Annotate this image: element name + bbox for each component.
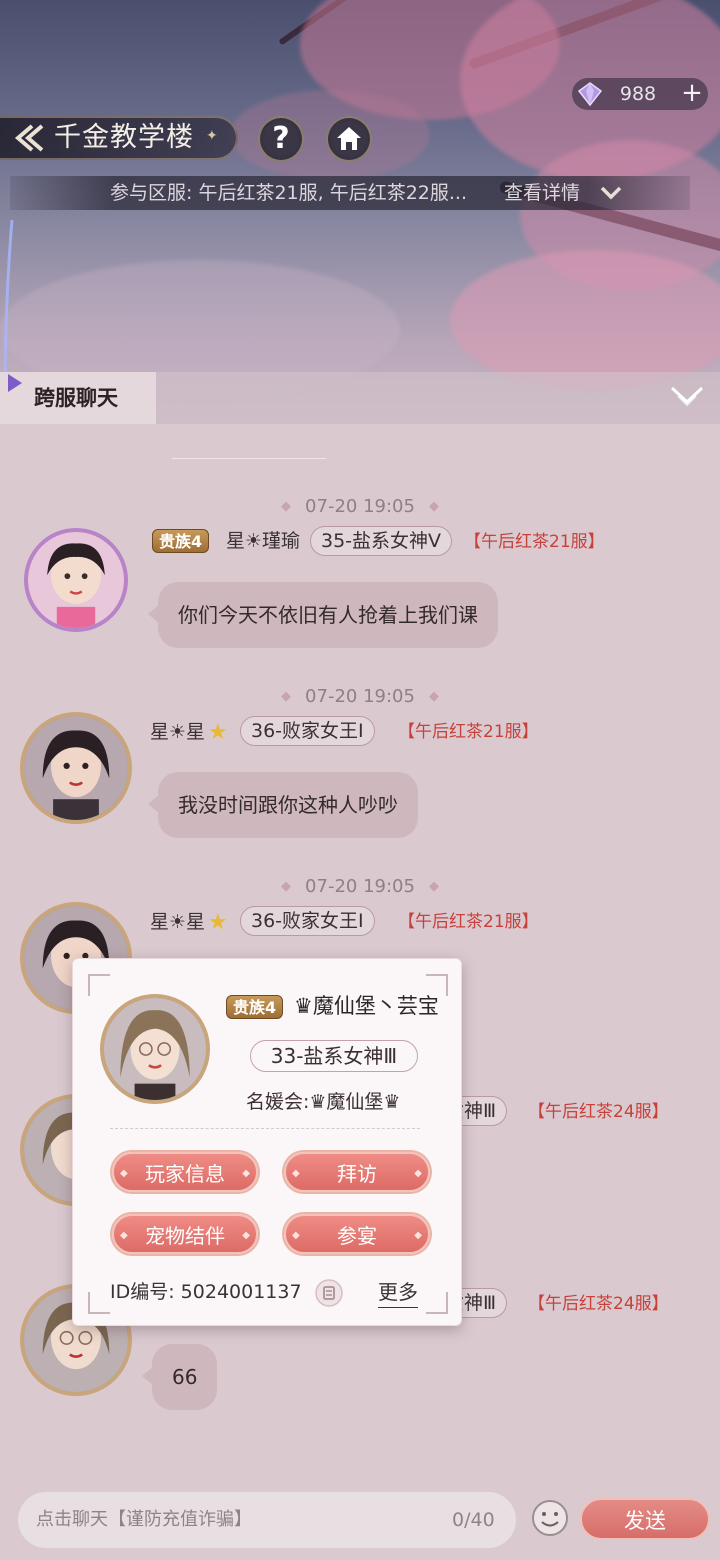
server-info-text: 参与区服: 午后红茶21服, 午后红茶22服... [110,182,467,204]
server-tag: 【午后红茶21服】 [464,532,605,552]
sparkle-icon: ✦ [206,128,218,144]
user-title: 36-败家女王Ⅰ [240,906,375,936]
emoji-icon[interactable] [530,1498,570,1538]
corner-ornament [88,1292,110,1314]
message-timestamp: ◆ 07-20 19:05 ◆ [281,496,439,517]
tab-marker-icon [4,372,26,394]
more-link[interactable]: 更多 [378,1276,418,1308]
noble-badge: 贵族4 [226,995,284,1019]
avatar[interactable] [24,528,128,632]
collapse-chevron-icon[interactable] [666,380,708,412]
popup-club: 名媛会:♛魔仙堡♛ [246,1091,401,1113]
divider [110,1128,420,1129]
pet-partner-button[interactable]: 宠物结伴 [112,1214,258,1256]
question-icon: ? [272,121,290,156]
attend-banquet-button[interactable]: 参宴 [284,1214,430,1256]
copy-icon[interactable] [314,1278,344,1308]
visit-button[interactable]: 拜访 [284,1152,430,1194]
corner-ornament [88,974,110,996]
back-button[interactable] [8,122,48,154]
message-bubble[interactable]: 66 [141,1344,218,1410]
server-tag: 【午后红茶24服】 [528,1294,669,1314]
home-button[interactable] [326,116,372,162]
user-name[interactable]: 星☀瑾瑜 [226,527,300,555]
add-gem-button[interactable]: + [678,80,706,108]
server-tag: 【午后红茶21服】 [398,722,539,742]
popup-avatar [100,994,210,1104]
background-scene [0,0,720,430]
popup-player-title: 33-盐系女神Ⅲ [250,1040,418,1072]
server-tag: 【午后红茶21服】 [398,912,539,932]
char-counter: 0/40 [452,1509,495,1531]
corner-ornament [426,1292,448,1314]
server-tag: 【午后红茶24服】 [528,1102,669,1122]
message-bubble[interactable]: 我没时间跟你这种人吵吵 [148,772,418,838]
noble-badge: 贵族4 [152,529,210,553]
user-name[interactable]: 星☀星 [150,718,205,746]
divider [172,458,326,459]
gem-count: 988 [619,83,657,105]
chat-input-placeholder: 点击聊天【谨防充值诈骗】 [36,1509,252,1530]
star-icon: ★ [208,720,228,745]
home-icon [337,127,361,150]
message-timestamp: ◆ 07-20 19:05 ◆ [281,686,439,707]
avatar[interactable] [20,712,132,824]
user-name[interactable]: 星☀星 [150,908,205,936]
user-title: 35-盐系女神Ⅴ [310,526,453,556]
message-timestamp: ◆ 07-20 19:05 ◆ [281,876,439,897]
message-bubble[interactable]: 你们今天不依旧有人抢着上我们课 [148,582,498,648]
help-button[interactable]: ? [258,116,304,162]
chevron-down-icon[interactable] [598,180,624,206]
popup-player-name: ♛魔仙堡丶芸宝 [294,994,439,1018]
view-details-link[interactable]: 查看详情 [504,178,580,208]
page-title: 千金教学楼 [54,122,194,153]
star-icon: ★ [208,910,228,935]
user-title: 36-败家女王Ⅰ [240,716,375,746]
tab-cross-server-label: 跨服聊天 [34,386,118,410]
player-id: ID编号: 5024001137 [110,1281,302,1303]
player-info-button[interactable]: 玩家信息 [112,1152,258,1194]
send-button[interactable]: 发送 [580,1498,710,1540]
